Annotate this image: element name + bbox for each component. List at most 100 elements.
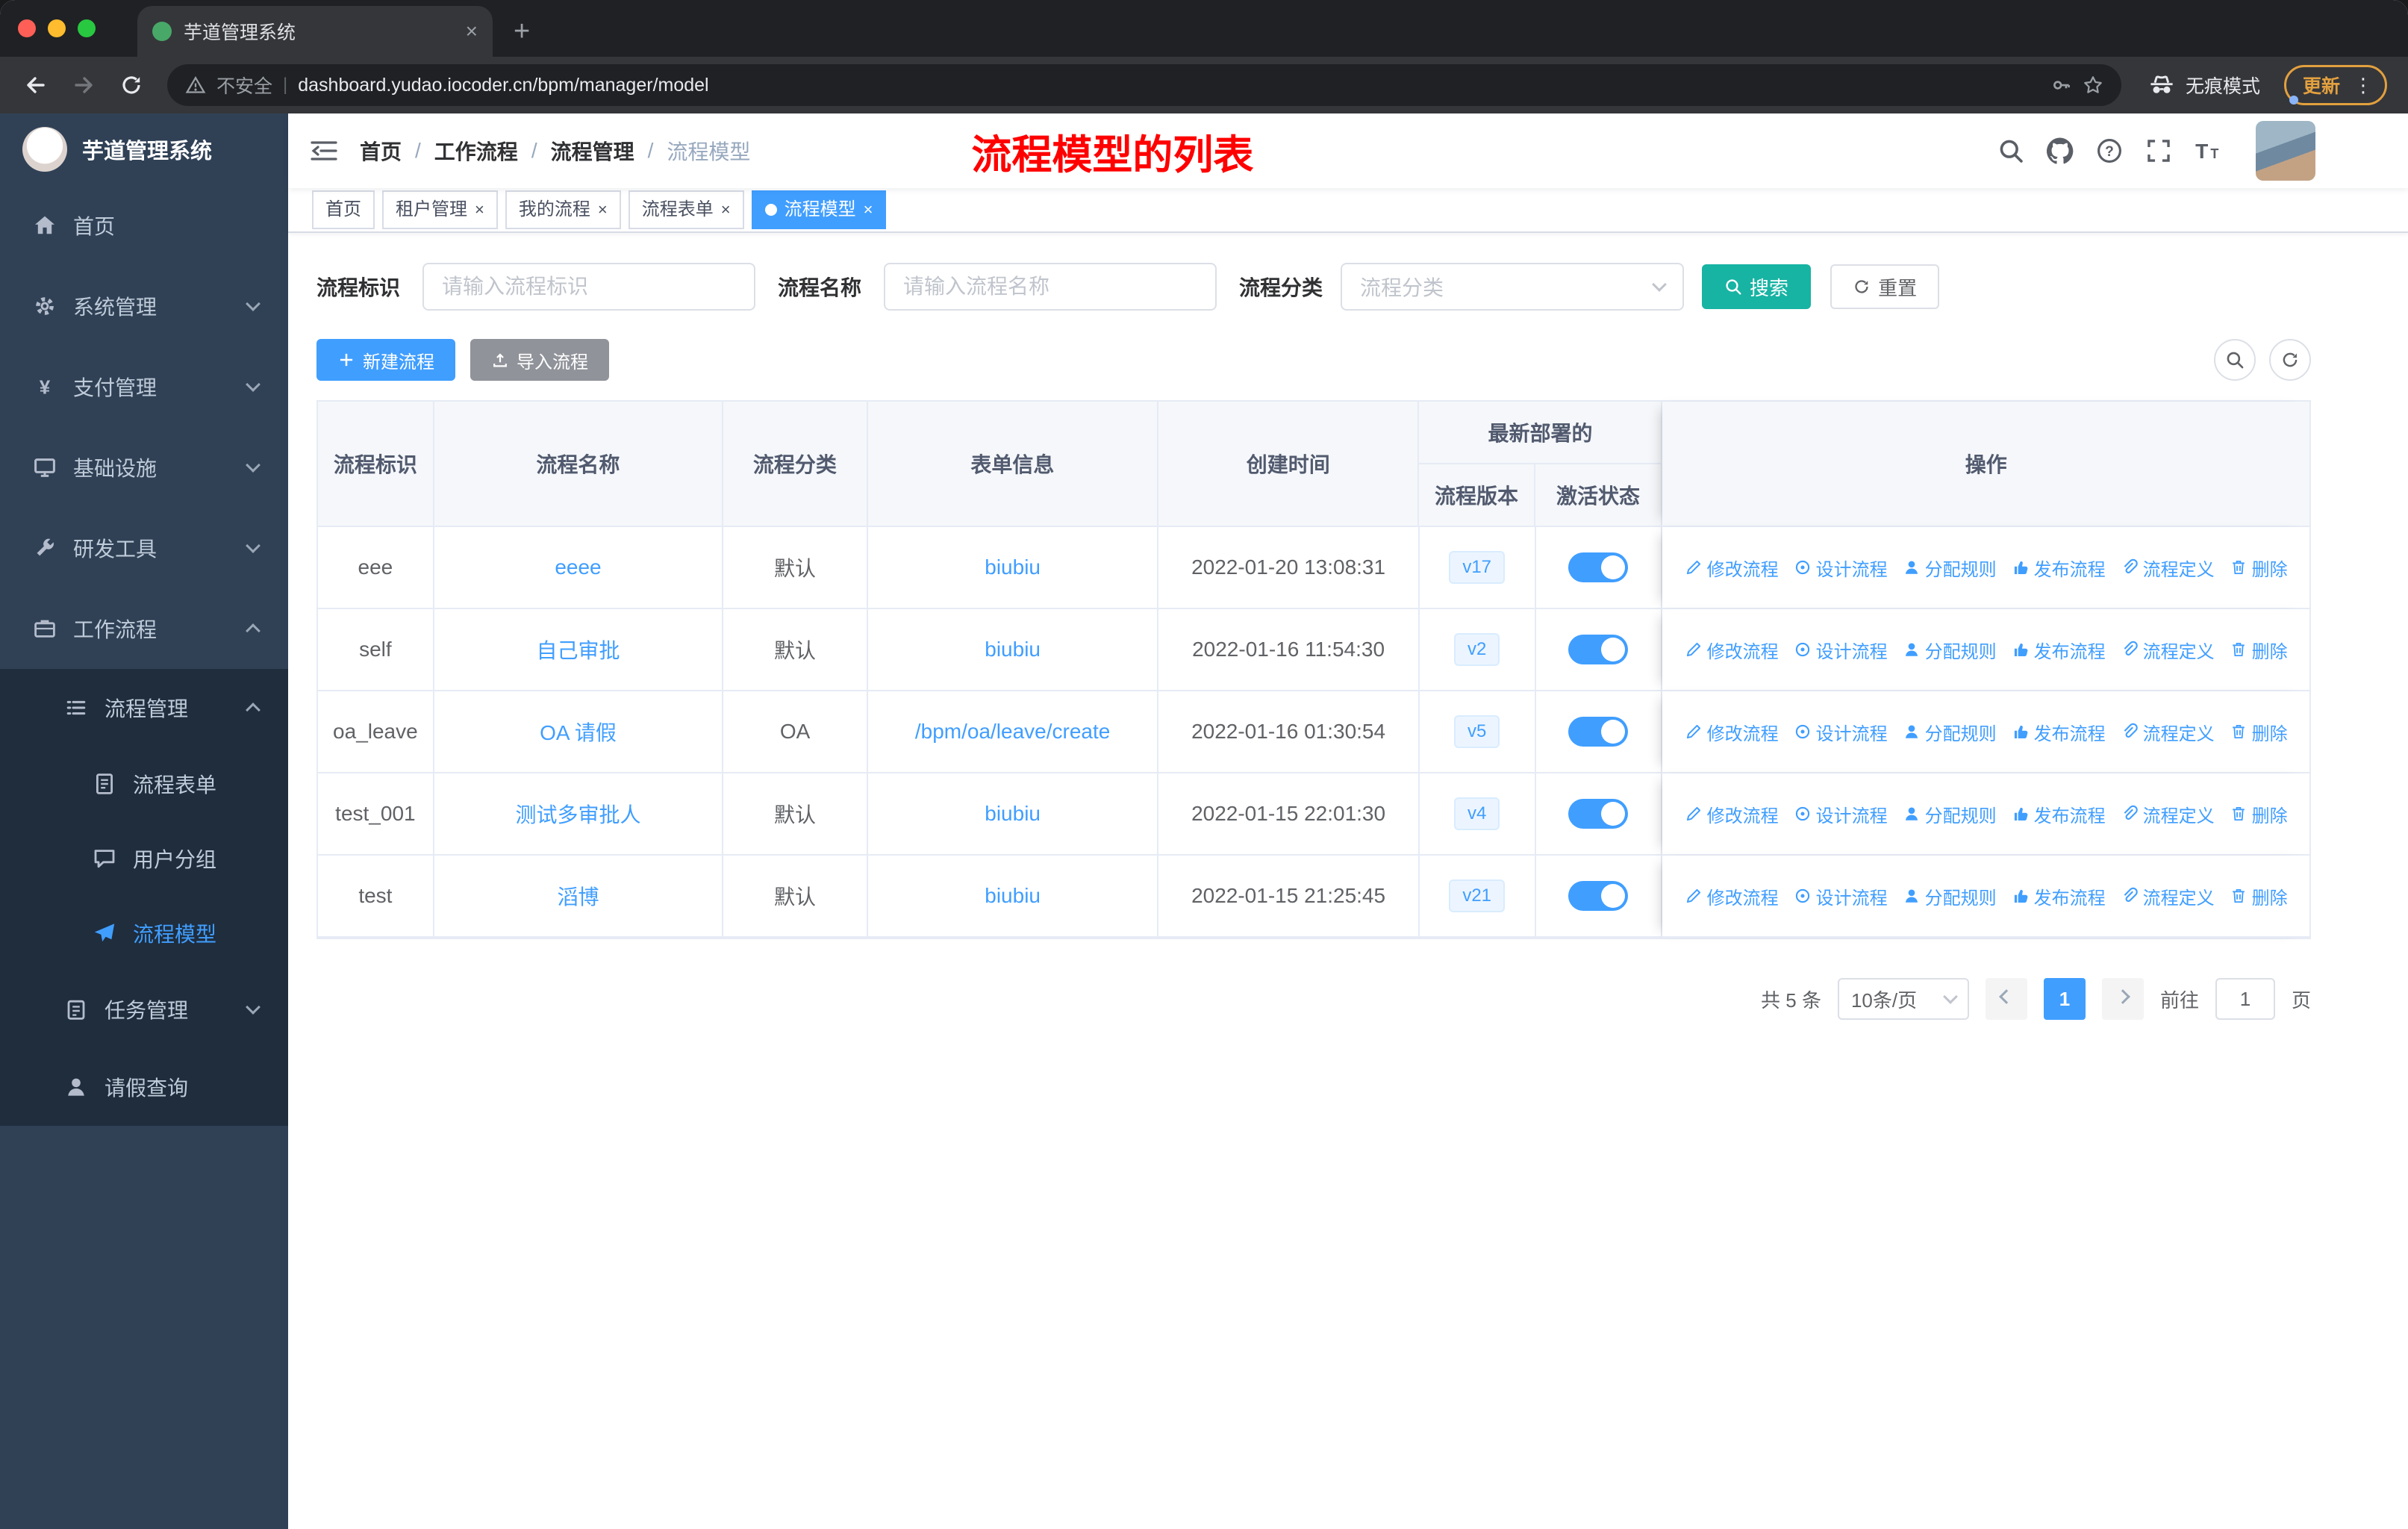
url-text[interactable]: dashboard.yudao.iocoder.cn/bpm/manager/m… — [298, 75, 2041, 96]
category-select[interactable]: 流程分类 — [1341, 263, 1685, 311]
process-name-link[interactable]: 滔博 — [557, 881, 599, 911]
action-edit-link[interactable]: 修改流程 — [1685, 801, 1779, 827]
font-size-icon[interactable] — [2195, 137, 2221, 164]
sidebar-item-devtools[interactable]: 研发工具 — [0, 508, 288, 588]
process-name-link[interactable]: OA 请假 — [540, 717, 617, 747]
action-design-link[interactable]: 设计流程 — [1794, 801, 1888, 827]
update-label[interactable]: 更新 — [2303, 72, 2340, 99]
prev-page-button[interactable] — [1985, 978, 2027, 1020]
github-icon[interactable] — [2047, 137, 2074, 164]
sidebar-item-infrastructure[interactable]: 基础设施 — [0, 427, 288, 508]
menu-dots-icon[interactable]: ⋮ — [2349, 74, 2377, 97]
sidebar-fold-button[interactable] — [288, 137, 360, 164]
tag-process-form[interactable]: 流程表单 × — [628, 190, 744, 229]
action-design-link[interactable]: 设计流程 — [1794, 555, 1888, 581]
browser-update-menu[interactable]: 更新 ⋮ — [2283, 65, 2387, 105]
zoom-window-button[interactable] — [78, 19, 96, 37]
sidebar-logo[interactable]: 芋道管理系统 — [0, 113, 288, 185]
fullscreen-icon[interactable] — [2145, 137, 2172, 164]
page-size-select[interactable]: 10条/页 — [1837, 978, 1969, 1020]
action-design-link[interactable]: 设计流程 — [1794, 719, 1888, 745]
action-design-link[interactable]: 设计流程 — [1794, 637, 1888, 663]
action-design-link[interactable]: 设计流程 — [1794, 883, 1888, 909]
process-key-input[interactable] — [422, 263, 756, 311]
action-delete-link[interactable]: 删除 — [2230, 883, 2288, 909]
tag-my-process[interactable]: 我的流程 × — [505, 190, 621, 229]
active-toggle[interactable] — [1568, 635, 1629, 664]
breadcrumb-home[interactable]: 首页 — [360, 136, 402, 166]
tag-home[interactable]: 首页 — [312, 190, 375, 229]
action-publish-link[interactable]: 发布流程 — [2012, 883, 2106, 909]
page-1-button[interactable]: 1 — [2043, 978, 2086, 1020]
action-assign-link[interactable]: 分配规则 — [1903, 883, 1997, 909]
bookmark-star-icon[interactable] — [2083, 75, 2103, 96]
close-tab-icon[interactable]: × — [466, 21, 478, 42]
sidebar-item-process-form[interactable]: 流程表单 — [0, 747, 288, 821]
next-page-button[interactable] — [2101, 978, 2144, 1020]
tag-tenant[interactable]: 租户管理 × — [382, 190, 498, 229]
action-assign-link[interactable]: 分配规则 — [1903, 801, 1997, 827]
close-window-button[interactable] — [18, 19, 36, 37]
toggle-search-button[interactable] — [2214, 339, 2256, 381]
security-label[interactable]: 不安全 — [216, 72, 272, 99]
action-definition-link[interactable]: 流程定义 — [2121, 555, 2215, 581]
action-assign-link[interactable]: 分配规则 — [1903, 555, 1997, 581]
sidebar-item-system[interactable]: 系统管理 — [0, 266, 288, 346]
back-button[interactable] — [15, 64, 57, 106]
search-button[interactable]: 搜索 — [1702, 264, 1812, 309]
user-avatar[interactable] — [2256, 121, 2315, 181]
process-name-link[interactable]: 测试多审批人 — [515, 799, 640, 829]
action-delete-link[interactable]: 删除 — [2230, 719, 2288, 745]
search-icon[interactable] — [1997, 137, 2024, 164]
process-name-link[interactable]: 自己审批 — [536, 635, 620, 664]
action-delete-link[interactable]: 删除 — [2230, 555, 2288, 581]
process-name-input[interactable] — [884, 263, 1217, 311]
close-tag-icon[interactable]: × — [598, 202, 608, 218]
form-info-link[interactable]: biubiu — [985, 884, 1041, 908]
reload-button[interactable] — [110, 64, 152, 106]
tag-process-model[interactable]: 流程模型 × — [751, 190, 887, 229]
sidebar-item-user-group[interactable]: 用户分组 — [0, 821, 288, 896]
action-publish-link[interactable]: 发布流程 — [2012, 555, 2106, 581]
action-edit-link[interactable]: 修改流程 — [1685, 883, 1779, 909]
reset-button[interactable]: 重置 — [1830, 264, 1940, 309]
action-delete-link[interactable]: 删除 — [2230, 801, 2288, 827]
action-assign-link[interactable]: 分配规则 — [1903, 719, 1997, 745]
goto-page-input[interactable] — [2215, 978, 2275, 1020]
sidebar-item-home[interactable]: 首页 — [0, 185, 288, 266]
sidebar-item-process-manage[interactable]: 流程管理 — [0, 669, 288, 747]
action-publish-link[interactable]: 发布流程 — [2012, 719, 2106, 745]
import-process-button[interactable]: 导入流程 — [470, 339, 609, 381]
forward-button[interactable] — [63, 64, 105, 106]
action-definition-link[interactable]: 流程定义 — [2121, 637, 2215, 663]
sidebar-item-payment[interactable]: 支付管理 — [0, 346, 288, 427]
process-name-link[interactable]: eeee — [555, 555, 601, 579]
active-toggle[interactable] — [1568, 552, 1629, 582]
sidebar-item-workflow[interactable]: 工作流程 — [0, 588, 288, 669]
active-toggle[interactable] — [1568, 799, 1629, 829]
sidebar-item-task-manage[interactable]: 任务管理 — [0, 971, 288, 1048]
action-edit-link[interactable]: 修改流程 — [1685, 637, 1779, 663]
form-info-link[interactable]: biubiu — [985, 638, 1041, 661]
create-process-button[interactable]: 新建流程 — [316, 339, 455, 381]
action-publish-link[interactable]: 发布流程 — [2012, 801, 2106, 827]
form-info-link[interactable]: biubiu — [985, 802, 1041, 826]
form-info-link[interactable]: biubiu — [985, 555, 1041, 579]
help-icon[interactable] — [2096, 137, 2123, 164]
form-info-link[interactable]: /bpm/oa/leave/create — [915, 720, 1111, 744]
address-bar[interactable]: 不安全 | dashboard.yudao.iocoder.cn/bpm/man… — [167, 64, 2121, 106]
close-tag-icon[interactable]: × — [864, 202, 873, 218]
active-toggle[interactable] — [1568, 881, 1629, 911]
action-definition-link[interactable]: 流程定义 — [2121, 719, 2215, 745]
action-definition-link[interactable]: 流程定义 — [2121, 801, 2215, 827]
action-edit-link[interactable]: 修改流程 — [1685, 719, 1779, 745]
new-tab-button[interactable]: + — [493, 6, 551, 57]
close-tag-icon[interactable]: × — [475, 202, 484, 218]
minimize-window-button[interactable] — [48, 19, 66, 37]
breadcrumb-process-manage[interactable]: 流程管理 — [551, 136, 634, 166]
action-edit-link[interactable]: 修改流程 — [1685, 555, 1779, 581]
browser-tab[interactable]: 芋道管理系统 × — [137, 6, 493, 57]
breadcrumb-workflow[interactable]: 工作流程 — [434, 136, 518, 166]
action-assign-link[interactable]: 分配规则 — [1903, 637, 1997, 663]
sidebar-item-leave-query[interactable]: 请假查询 — [0, 1048, 288, 1126]
